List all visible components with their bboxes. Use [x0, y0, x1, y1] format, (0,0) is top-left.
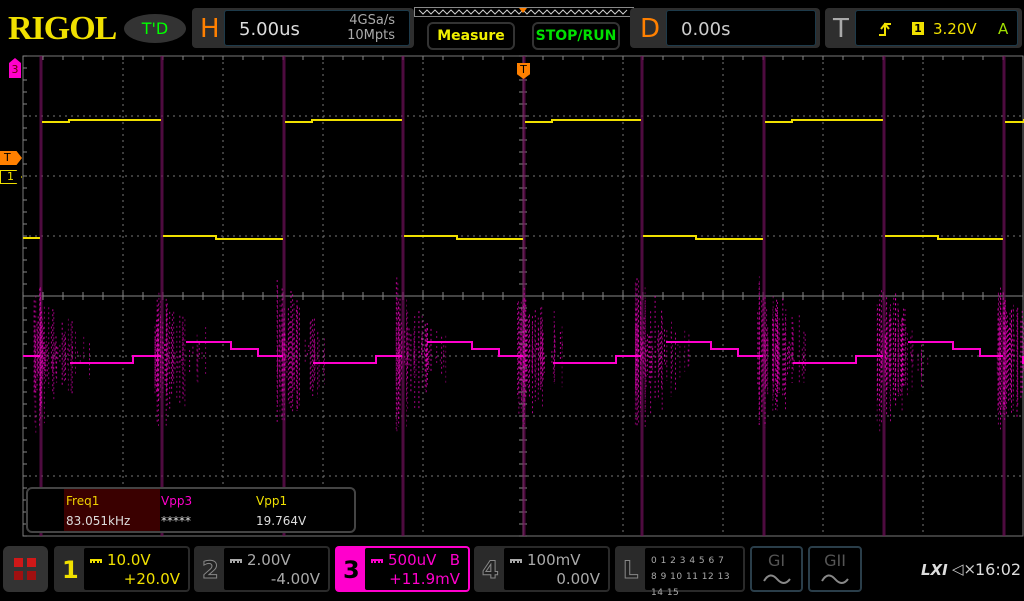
measurement-value: *****: [161, 514, 191, 528]
dc-coupling-icon: [90, 558, 102, 563]
sine-wave-icon: [762, 574, 791, 584]
channel-offset: -4.00V: [270, 570, 320, 588]
dc-coupling-icon: [230, 558, 242, 563]
logic-analyzer-panel[interactable]: L 0 1 2 3 4 5 6 7 8 9 10 11 12 13 14 15: [615, 546, 745, 598]
clock: 16:02: [975, 560, 1022, 579]
generator-2-button[interactable]: GII: [808, 546, 862, 592]
channel-1-panel[interactable]: 1 10.0V +20.0V: [54, 546, 190, 592]
channel-offset: +11.9mV: [389, 570, 460, 588]
channel-scale: 100mV: [527, 551, 581, 569]
bandwidth-limit-flag: B: [449, 551, 460, 569]
channel-number: 1: [62, 556, 79, 584]
channel-scale: 10.0V: [107, 551, 151, 569]
measurement-label: Freq1: [66, 494, 100, 508]
generator-label: GI: [767, 551, 786, 570]
channel-3-panel[interactable]: 3 500uV B +11.9mV: [335, 546, 470, 592]
channel-number: 4: [482, 556, 500, 585]
measurement-value: 83.051kHz: [66, 514, 131, 528]
generator-1-button[interactable]: GI: [750, 546, 803, 592]
lxi-icon: LXI: [921, 561, 948, 579]
generator-label: GII: [824, 551, 846, 570]
speaker-muted-icon[interactable]: ◁×: [952, 560, 976, 578]
logic-channels-row: 0 1 2 3 4 5 6 7: [651, 556, 725, 566]
channel-scale: 500uV: [388, 551, 437, 569]
channel-4-panel[interactable]: 4 100mV 0.00V: [474, 546, 610, 592]
channel-2-panel[interactable]: 2 2.00V -4.00V: [194, 546, 330, 592]
channel-offset: 0.00V: [556, 570, 600, 588]
dc-coupling-icon: [510, 558, 522, 563]
channel-number: 3: [343, 556, 360, 584]
sine-wave-icon: [821, 574, 849, 584]
logic-label: L: [622, 556, 639, 585]
grid-menu-icon: [14, 558, 36, 580]
main-menu-button[interactable]: [3, 546, 48, 592]
measurement-panel: Freq1 83.051kHz Vpp3 ***** Vpp1 19.764V: [26, 487, 356, 533]
logic-channels-row: 8 9 10 11 12 13 14 15: [651, 572, 731, 598]
dc-coupling-icon: [371, 558, 383, 563]
measurement-label: Vpp3: [161, 494, 193, 508]
channel-offset: +20.0V: [123, 570, 180, 588]
measurement-value: 19.764V: [256, 514, 307, 528]
measurement-label: Vpp1: [256, 494, 288, 508]
channel-scale: 2.00V: [247, 551, 291, 569]
waveform-display[interactable]: [0, 0, 1024, 545]
ch1-trace: [42, 119, 1024, 240]
channel-number: 2: [202, 556, 220, 585]
